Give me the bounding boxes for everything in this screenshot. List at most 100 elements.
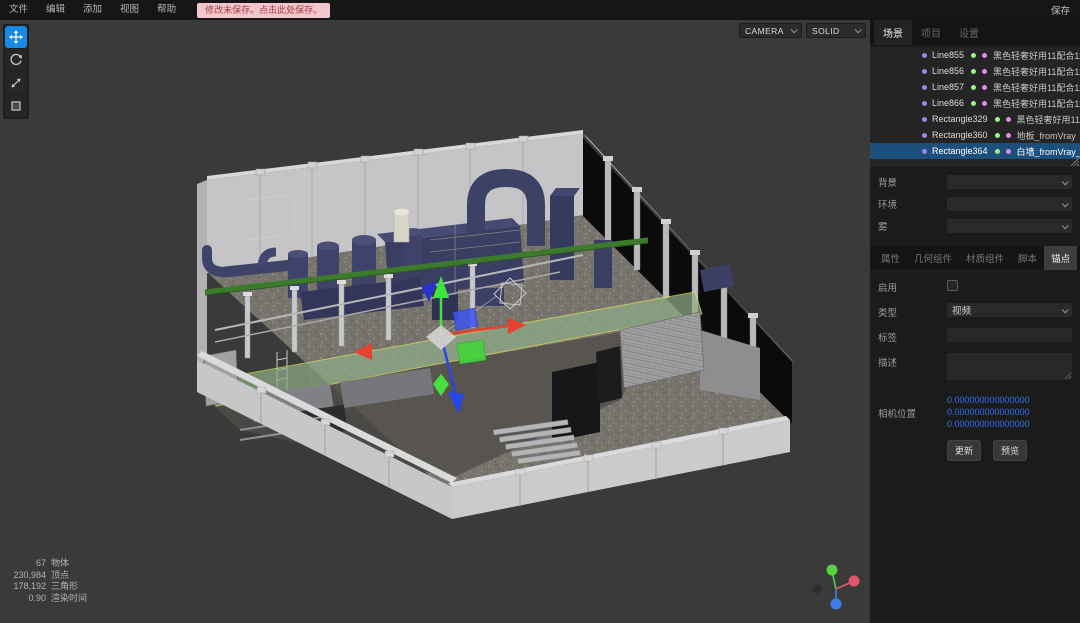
camera-position-values: 0.000000000000000 0.000000000000000 0.00…	[947, 394, 1072, 430]
background-row: 背景	[878, 175, 1072, 189]
unsaved-changes-badge[interactable]: 修改未保存。点击此处保存。	[197, 3, 330, 18]
tab-project[interactable]: 项目	[912, 20, 950, 45]
chevron-down-icon	[1062, 178, 1069, 185]
stat-triangles: 178,192 三角形	[6, 581, 87, 593]
fog-select[interactable]	[947, 219, 1072, 233]
shading-select-value: SOLID	[812, 26, 840, 36]
outliner-row[interactable]: Line866 黑色轻奢好用11配合11111_fromV	[870, 95, 1080, 111]
sidebar: 场景 项目 设置 Line855 黑色轻奢好用11配合111_fromVra L…	[870, 20, 1080, 623]
scene-outliner[interactable]: Line855 黑色轻奢好用11配合111_fromVra Line856 黑色…	[870, 47, 1080, 167]
geometry-icon	[971, 101, 976, 106]
tag-input[interactable]	[947, 328, 1072, 342]
object-tabs: 属性 几何组件 材质组件 脚本 锚点	[870, 247, 1080, 269]
sidebar-tabs: 场景 项目 设置	[870, 20, 1080, 45]
object-type-icon	[922, 85, 927, 90]
outliner-row[interactable]: Line856 黑色轻奢好用11配合111_fromVr	[870, 63, 1080, 79]
viewport-stats: 67 物体 230,984 顶点 178,192 三角形 0.90 渲染时间	[6, 558, 87, 604]
shading-select[interactable]: SOLID	[806, 23, 866, 38]
tag-label: 标签	[878, 328, 947, 344]
menubar: 文件 编辑 添加 视图 帮助 修改未保存。点击此处保存。 保存	[0, 0, 1080, 20]
select-box-icon	[9, 99, 23, 113]
axis-neg-dot[interactable]	[813, 585, 822, 594]
description-label: 描述	[878, 353, 947, 369]
environment-select[interactable]	[947, 197, 1072, 211]
tab-scene[interactable]: 场景	[874, 20, 912, 45]
outliner-row[interactable]: Line855 黑色轻奢好用11配合111_fromVra	[870, 47, 1080, 63]
description-textarea[interactable]	[947, 353, 1072, 380]
outliner-row[interactable]: Rectangle329 黑色轻奢好用11配合_fromV	[870, 111, 1080, 127]
camera-position-x: 0.000000000000000	[947, 394, 1072, 406]
chevron-down-icon	[1062, 306, 1069, 313]
fog-row: 雾	[878, 219, 1072, 233]
material-icon	[982, 53, 987, 58]
select-box-tool-button[interactable]	[5, 95, 27, 117]
outliner-row[interactable]: Rectangle360 地板_fromVray	[870, 127, 1080, 143]
rotate-icon	[9, 53, 23, 67]
object-type-icon	[922, 133, 927, 138]
tab-material[interactable]: 材质组件	[959, 246, 1011, 270]
fog-label: 雾	[878, 219, 947, 233]
menu-view[interactable]: 视图	[111, 0, 148, 20]
preview-button[interactable]: 预览	[993, 440, 1027, 461]
description-row: 描述	[878, 353, 1072, 380]
stat-render-time: 0.90 渲染时间	[6, 593, 87, 605]
translate-tool-button[interactable]	[5, 26, 27, 48]
tab-script[interactable]: 脚本	[1011, 246, 1044, 270]
chevron-down-icon	[855, 26, 862, 33]
outliner-resize-grip[interactable]	[1071, 158, 1079, 166]
material-icon	[982, 85, 987, 90]
scale-icon	[9, 76, 23, 90]
anchor-actions: 更新 预览	[947, 440, 1072, 461]
enable-label: 启用	[878, 278, 947, 294]
tab-settings[interactable]: 设置	[950, 20, 988, 45]
stat-objects: 67 物体	[6, 558, 87, 570]
transform-toolbar	[3, 24, 29, 119]
menu-file[interactable]: 文件	[0, 0, 37, 20]
background-select[interactable]	[947, 175, 1072, 189]
menu-edit[interactable]: 编辑	[37, 0, 74, 20]
camera-position-row: 相机位置 0.000000000000000 0.000000000000000…	[878, 394, 1072, 430]
gizmo-plane-xz[interactable]	[457, 340, 486, 364]
geometry-icon	[995, 117, 1000, 122]
tab-geometry[interactable]: 几何组件	[907, 246, 959, 270]
editor-window: 文件 编辑 添加 视图 帮助 修改未保存。点击此处保存。 保存	[0, 0, 1080, 623]
camera-position-label: 相机位置	[878, 394, 947, 420]
geometry-icon	[971, 85, 976, 90]
tag-row: 标签	[878, 328, 1072, 344]
geometry-icon	[971, 53, 976, 58]
scale-tool-button[interactable]	[5, 72, 27, 94]
object-type-icon	[922, 117, 927, 122]
chevron-down-icon	[791, 26, 798, 33]
object-type-icon	[922, 69, 927, 74]
tab-anchor[interactable]: 锚点	[1044, 246, 1077, 270]
geometry-icon	[971, 69, 976, 74]
enable-row: 启用	[878, 278, 1072, 294]
object-type-icon	[922, 149, 927, 154]
axis-x-dot[interactable]	[849, 576, 860, 587]
tab-properties[interactable]: 属性	[874, 246, 907, 270]
axis-z-dot[interactable]	[831, 599, 842, 610]
update-button[interactable]: 更新	[947, 440, 981, 461]
camera-select-value: CAMERA	[745, 26, 784, 36]
save-button[interactable]: 保存	[1051, 3, 1070, 17]
geometry-icon	[995, 149, 1000, 154]
rotate-tool-button[interactable]	[5, 49, 27, 71]
menu-help[interactable]: 帮助	[148, 0, 185, 20]
gizmo-plane-xy[interactable]	[453, 308, 478, 330]
outliner-row[interactable]: Line857 黑色轻奢好用11配合111_fromVra	[870, 79, 1080, 95]
material-icon	[982, 101, 987, 106]
environment-label: 环境	[878, 197, 947, 211]
geometry-icon	[995, 133, 1000, 138]
camera-select[interactable]: CAMERA	[739, 23, 802, 38]
chevron-down-icon	[1062, 200, 1069, 207]
enable-checkbox[interactable]	[947, 280, 958, 291]
object-type-icon	[922, 53, 927, 58]
type-row: 类型 视频	[878, 303, 1072, 319]
outliner-row-selected[interactable]: Rectangle364 白墙_fromVray_重复2	[870, 143, 1080, 159]
object-type-icon	[922, 101, 927, 106]
material-icon	[1006, 117, 1011, 122]
stat-vertices: 230,984 顶点	[6, 570, 87, 582]
menu-add[interactable]: 添加	[74, 0, 111, 20]
type-select[interactable]: 视频	[947, 303, 1072, 317]
axis-y-dot[interactable]	[827, 565, 838, 576]
